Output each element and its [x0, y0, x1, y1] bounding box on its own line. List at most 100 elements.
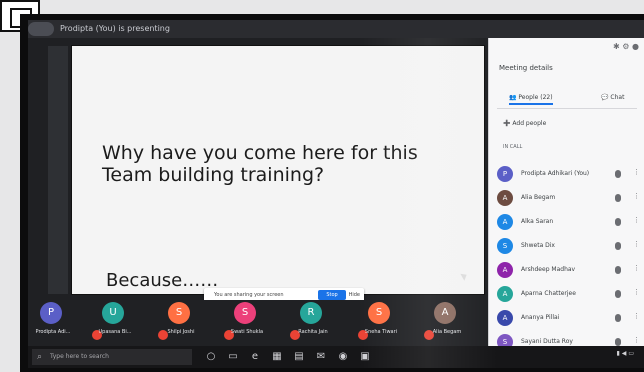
avatar: A: [434, 302, 456, 324]
list-item[interactable]: A Alia Begam ⋮: [497, 188, 641, 210]
task-view-icon[interactable]: ▭: [226, 350, 240, 364]
account-icon[interactable]: ●: [632, 42, 639, 51]
mic-icon: [615, 290, 621, 298]
meeting-details-panel: ✱ ⚙ ● Meeting details 👥 People (22) 💬 Ch…: [488, 38, 644, 350]
more-options-icon[interactable]: ⋮: [633, 336, 640, 344]
avatar: A: [497, 286, 513, 302]
panel-title: Meeting details: [499, 64, 553, 72]
avatar: P: [40, 302, 62, 324]
slide-because: Because……: [106, 270, 219, 291]
network-icon[interactable]: ▮: [617, 350, 620, 357]
presentation-left-strip: [48, 46, 68, 294]
avatar: U: [102, 302, 124, 324]
add-person-icon: ➕: [503, 120, 511, 127]
participant-tile[interactable]: U Upasana Bi...: [90, 302, 140, 344]
participant-name: Sayani Dutta Roy: [521, 338, 573, 345]
tab-chat-label: Chat: [610, 94, 625, 101]
mic-icon: [615, 266, 621, 274]
participant-tile[interactable]: A Alia Begam: [422, 302, 472, 344]
participant-name: Alka Saran: [521, 218, 554, 225]
share-message: You are sharing your screen: [214, 292, 284, 298]
mic-icon: [615, 314, 621, 322]
more-options-icon[interactable]: ⋮: [633, 312, 640, 320]
add-people-button[interactable]: ➕ Add people: [503, 120, 546, 127]
taskbar-search-input[interactable]: Type here to search: [32, 349, 192, 365]
list-item[interactable]: A Arshdeep Madhav ⋮: [497, 260, 641, 282]
participant-name: Shweta Dix: [521, 242, 555, 249]
stop-sharing-button[interactable]: Stop sharing: [318, 290, 346, 308]
meeting-topbar: Prodipta (You) is presenting: [28, 20, 644, 38]
participant-tiles: P Prodipta Adi... U Upasana Bi... S Shil…: [28, 300, 486, 346]
list-item[interactable]: S Shweta Dix ⋮: [497, 236, 641, 258]
mic-icon: [615, 170, 621, 178]
screen: Prodipta (You) is presenting Why have yo…: [28, 20, 644, 368]
tile-name: Rachita Jain: [298, 329, 328, 335]
participant-name: Ananya Pillai: [521, 314, 560, 321]
tab-people[interactable]: 👥 People (22): [509, 94, 553, 105]
store-icon[interactable]: ▤: [292, 350, 306, 364]
presented-slide: Why have you come here for this Team bui…: [72, 46, 484, 308]
participant-tile[interactable]: P Prodipta Adi...: [28, 302, 78, 344]
avatar: A: [497, 310, 513, 326]
battery-icon[interactable]: ▭: [628, 350, 634, 357]
avatar: S: [497, 238, 513, 254]
more-options-icon[interactable]: ⋮: [633, 288, 640, 296]
more-options-icon[interactable]: ⋮: [633, 240, 640, 248]
more-options-icon[interactable]: ⋮: [633, 168, 640, 176]
avatar: A: [497, 190, 513, 206]
avatar: S: [168, 302, 190, 324]
participant-tile[interactable]: S Swati Shukla: [222, 302, 272, 344]
list-item[interactable]: A Ananya Pillai ⋮: [497, 308, 641, 330]
participant-name: Arshdeep Madhav: [521, 266, 576, 273]
chat-icon: 💬: [601, 94, 609, 101]
panel-icons: ✱ ⚙ ●: [613, 42, 639, 51]
mic-icon: [615, 194, 621, 202]
more-options-icon[interactable]: ⋮: [633, 192, 640, 200]
cortana-icon[interactable]: ○: [204, 350, 218, 364]
avatar: S: [234, 302, 256, 324]
avatar: P: [497, 166, 513, 182]
list-item[interactable]: A Aparna Chatterjee ⋮: [497, 284, 641, 306]
tile-name: Shilpi Joshi: [167, 329, 195, 335]
people-icon: 👥: [509, 94, 517, 101]
tile-name: Swati Shukla: [230, 329, 264, 335]
file-explorer-icon[interactable]: ▦: [270, 350, 284, 364]
system-tray: ▮ ◀ ▭: [617, 350, 634, 357]
participant-tile[interactable]: R Rachita Jain: [288, 302, 338, 344]
list-item[interactable]: A Alka Saran ⋮: [497, 212, 641, 234]
avatar: A: [497, 262, 513, 278]
windows-taskbar: Type here to search ○ ▭ e ▦ ▤ ✉ ◉ ▣ ▮ ◀ …: [28, 346, 644, 368]
chrome-icon[interactable]: ◉: [336, 350, 350, 364]
more-options-icon[interactable]: ⋮: [633, 216, 640, 224]
tile-name: Sneha Tiwari: [364, 329, 398, 335]
volume-icon[interactable]: ◀: [622, 350, 627, 357]
avatar: R: [300, 302, 322, 324]
mail-icon[interactable]: ✉: [314, 350, 328, 364]
edge-icon[interactable]: e: [248, 350, 262, 364]
mic-icon: [615, 218, 621, 226]
more-options-icon[interactable]: ⋮: [633, 264, 640, 272]
add-people-label: Add people: [512, 120, 547, 127]
gear-icon[interactable]: ⚙: [622, 42, 629, 51]
settings-icon[interactable]: ✱: [613, 42, 620, 51]
panel-tabs: 👥 People (22) 💬 Chat: [497, 92, 637, 109]
tile-name: Upasana Bi...: [98, 329, 132, 335]
app-icon[interactable]: ▣: [358, 350, 372, 364]
mic-icon: [615, 242, 621, 250]
participant-name: Aparna Chatterjee: [521, 290, 576, 297]
tab-chat[interactable]: 💬 Chat: [601, 94, 624, 101]
list-item[interactable]: P Prodipta Adhikari (You) ⋮: [497, 164, 641, 186]
participant-tile[interactable]: S Sneha Tiwari: [356, 302, 406, 344]
hide-button[interactable]: Hide: [349, 292, 360, 298]
tab-people-label: People (22): [518, 94, 553, 101]
participant-name: Prodipta Adhikari (You): [521, 170, 590, 177]
avatar: S: [368, 302, 390, 324]
window-title: Prodipta (You) is presenting: [60, 24, 170, 33]
tile-name: Alia Begam: [432, 329, 462, 335]
mic-icon: [615, 338, 621, 346]
participant-name: Alia Begam: [521, 194, 556, 201]
in-call-label: IN CALL: [503, 144, 523, 150]
tile-name: Prodipta Adi...: [35, 329, 71, 335]
participant-tile[interactable]: S Shilpi Joshi: [156, 302, 206, 344]
meet-logo-icon: [28, 22, 54, 36]
